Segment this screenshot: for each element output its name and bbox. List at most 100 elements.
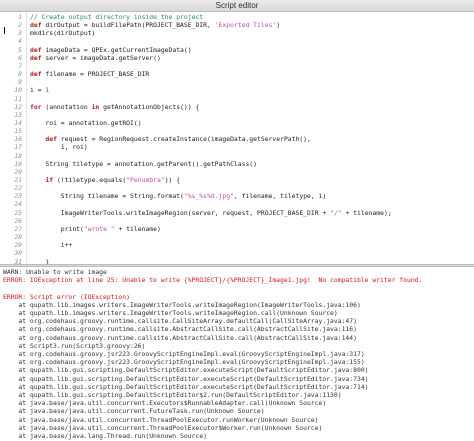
code-line: def request = RegionRequest.createInstan… <box>30 135 311 144</box>
line-number: 27 <box>14 224 22 233</box>
code-token: dirOutput = buildFilePath(PROJECT_BASE_D… <box>41 21 215 30</box>
code-line: ImageWriterTools.writeImageRegion(server… <box>30 209 392 217</box>
line-number: 30 <box>14 249 22 258</box>
line-number: 17 <box>14 143 22 152</box>
code-token: request = RegionRequest.createInstance(i… <box>56 135 311 144</box>
console-line: at java.base/java.util.concurrent.Thread… <box>3 423 323 432</box>
console-line: at org.codehaus.groovy.runtime.callsite.… <box>3 317 357 326</box>
code-line: def dirOutput = buildFilePath(PROJECT_BA… <box>30 21 280 29</box>
line-number: 5 <box>18 45 22 54</box>
code-line: i++ <box>30 241 73 250</box>
code-token: ImageWriterTools.writeImageRegion(server… <box>30 208 331 217</box>
line-number: 22 <box>14 184 22 193</box>
code-token: "/" <box>330 208 342 217</box>
code-line: roi = annotation.getROI() <box>30 118 142 127</box>
console-line: at org.codehaus.groovy.jsr223.GroovyScri… <box>3 350 365 358</box>
line-number: 6 <box>18 53 22 62</box>
code-token: (!tiletype.equals( <box>53 176 127 184</box>
code-token: def <box>30 70 42 79</box>
console-line: at java.base/java.util.concurrent.Future… <box>3 407 265 416</box>
code-token: for <box>30 102 42 111</box>
line-number: 15 <box>14 127 22 136</box>
output-console[interactable]: WARN: Unable to write image ERROR: IOExce… <box>0 267 474 441</box>
code-token: server = imageData.getServer() <box>41 53 161 62</box>
line-number: 21 <box>14 176 22 184</box>
code-token: String tiletype = annotation.getParent()… <box>30 159 258 168</box>
code-token: def <box>30 53 42 62</box>
line-number: 7 <box>18 61 22 70</box>
console-line: at qupath.lib.gui.scripting.DefaultScrip… <box>3 382 369 391</box>
line-number: 28 <box>14 233 22 242</box>
line-number: 10 <box>14 86 22 95</box>
code-token: imageData = QPEx.getCurrentImageData() <box>41 45 192 54</box>
code-line: print("wrote " + tilename) <box>30 225 161 233</box>
line-number: 18 <box>14 151 22 160</box>
code-token: (annotation <box>41 102 92 111</box>
code-line: for (annotation in getAnnotationObjects(… <box>30 103 199 111</box>
console-error-line: ERROR: Script error (IOException) <box>3 292 130 301</box>
code-line: def server = imageData.getServer() <box>30 54 161 62</box>
code-token: def <box>45 135 57 144</box>
line-number: 16 <box>14 135 22 144</box>
console-line: at org.codehaus.groovy.runtime.callsite.… <box>3 333 357 342</box>
console-line: at qupath.lib.images.writers.ImageWriter… <box>3 309 338 317</box>
line-number: 8 <box>18 70 22 79</box>
code-token: def <box>30 45 42 54</box>
console-line: at java.base/java.util.concurrent.Execut… <box>3 399 327 408</box>
title-bar[interactable]: Script editor <box>0 0 474 12</box>
code-token: print( <box>30 224 84 233</box>
console-line: at qupath.lib.gui.scripting.DefaultScrip… <box>3 374 369 383</box>
console-line: at qupath.lib.images.writers.ImageWriter… <box>3 300 361 309</box>
code-line: 1, roi) <box>30 143 88 151</box>
window-title: Script editor <box>215 1 259 10</box>
code-token: String tilename = String.format( <box>30 192 184 201</box>
code-line: def filename = PROJECT_BASE_DIR <box>30 70 149 78</box>
line-number-gutter: 1 2 3 4 5 6 7 8 9 10 11 12 13 14 15 16 17 18 19 20 21 22 23 24 2… <box>0 12 27 264</box>
code-line: mkdirs(dirOutput) <box>30 29 95 37</box>
console-error-line: ERROR: IOException at line 25: Unable to… <box>3 276 423 285</box>
code-line: // Create output directory inside the pr… <box>30 13 203 21</box>
line-number: 26 <box>14 216 22 225</box>
code-token: )) { <box>164 176 181 184</box>
code-token: // Create output directory inside the pr… <box>30 13 204 21</box>
code-token: i++ <box>30 241 73 250</box>
line-number: 25 <box>14 208 22 217</box>
line-number: 1 <box>18 13 22 21</box>
console-line: at java.base/java.util.concurrent.Thread… <box>3 415 319 424</box>
line-number: 14 <box>14 118 22 127</box>
code-token: mkdirs(dirOutput) <box>30 29 96 38</box>
code-token: , filename, tiletype, i) <box>233 192 327 201</box>
code-token: ) <box>276 21 281 30</box>
code-token: "%s_%s%d.jpg" <box>183 192 234 201</box>
line-number: 9 <box>18 78 22 87</box>
code-token: roi = annotation.getROI() <box>30 118 142 127</box>
gutter-divider <box>26 12 27 264</box>
code-token: 'Exported Tiles' <box>214 21 277 30</box>
code-token: if <box>45 176 54 184</box>
code-token: i = <box>30 86 46 95</box>
console-line: at qupath.lib.gui.scripting.DefaultScrip… <box>3 366 369 375</box>
code-token: + tilename); <box>341 208 392 217</box>
code-line: String tilename = String.format("%s_%s%d… <box>30 192 327 201</box>
code-token: "wrote " <box>83 224 115 233</box>
code-token: getAnnotationObjects()) { <box>99 102 200 111</box>
line-number: 12 <box>14 102 22 111</box>
line-number: 4 <box>18 37 22 46</box>
line-number: 29 <box>14 241 22 250</box>
code-token: 1, roi) <box>30 143 88 152</box>
text-cursor <box>4 27 5 34</box>
script-editor-window: Script editor 1 2 3 4 5 6 7 8 9 10 11 12 13 14 15 16 17 1… <box>0 0 474 441</box>
code-token: + tilename) <box>114 224 161 233</box>
console-warning-line: WARN: Unable to write image <box>3 268 107 276</box>
code-line: String tiletype = annotation.getParent()… <box>30 160 257 168</box>
code-line: def imageData = QPEx.getCurrentImageData… <box>30 46 192 54</box>
code-line: i = 1 <box>30 86 49 94</box>
code-editor[interactable]: 1 2 3 4 5 6 7 8 9 10 11 12 13 14 15 16 17 18 19 20 21 22 23 24 2… <box>0 12 474 264</box>
code-token: filename = PROJECT_BASE_DIR <box>41 70 150 79</box>
console-line: at org.codehaus.groovy.jsr223.GroovyScri… <box>3 358 365 367</box>
line-number: 24 <box>14 200 22 209</box>
line-number: 13 <box>14 110 22 119</box>
code-token: 1 <box>45 86 50 95</box>
